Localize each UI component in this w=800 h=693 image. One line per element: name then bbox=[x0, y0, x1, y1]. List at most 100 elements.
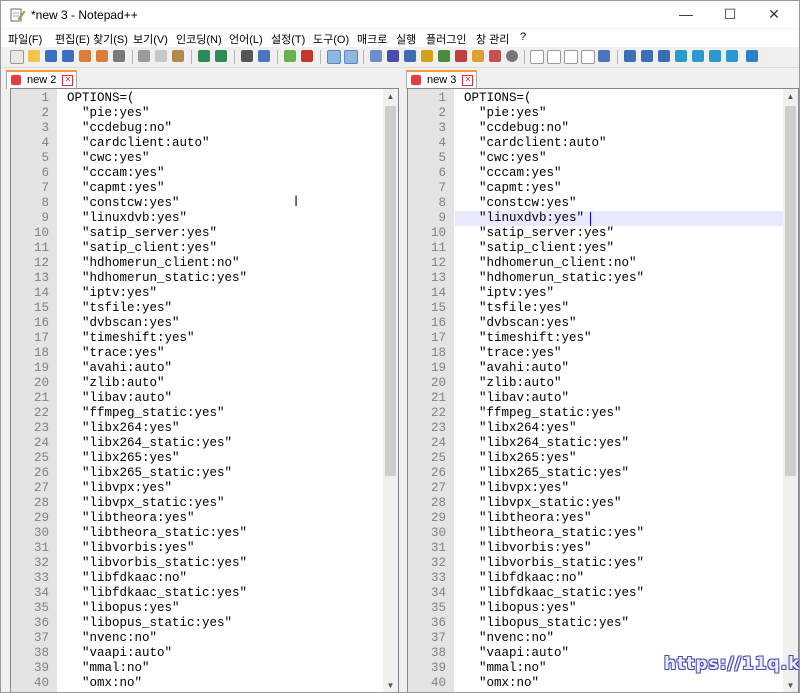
monitoring-icon[interactable] bbox=[489, 50, 501, 62]
code-line[interactable]: "satip_server:yes" bbox=[67, 226, 247, 241]
scrollbar-thumb[interactable] bbox=[385, 106, 396, 476]
code-line[interactable]: "libtheora:yes" bbox=[67, 511, 247, 526]
split-divider[interactable] bbox=[398, 68, 406, 692]
editor-pane-right[interactable]: 1 2 3 4 5 6 7 8 9 10 11 12 13 14 15 16 17 18 19 20 21 22 23 24 2… bbox=[407, 88, 799, 692]
code-line[interactable]: "libx264_static:yes" bbox=[67, 436, 247, 451]
udl-icon[interactable] bbox=[421, 50, 433, 62]
maximize-button[interactable]: ☐ bbox=[707, 1, 753, 28]
code-line[interactable]: "libav:auto" bbox=[464, 391, 644, 406]
stop-macro-icon[interactable] bbox=[547, 50, 561, 64]
scroll-up-arrow-icon[interactable]: ▲ bbox=[783, 89, 798, 104]
code-line[interactable]: "libtheora:yes" bbox=[464, 511, 644, 526]
code-line[interactable]: "timeshift:yes" bbox=[67, 331, 247, 346]
code-line[interactable]: "iptv:yes" bbox=[464, 286, 644, 301]
menu-help[interactable]: ? bbox=[520, 31, 526, 43]
code-line[interactable]: "libx265:yes" bbox=[67, 451, 247, 466]
code-line[interactable]: "libfdkaac:no" bbox=[67, 571, 247, 586]
code-line[interactable]: "ccdebug:no" bbox=[464, 121, 644, 136]
code-line[interactable]: "pie:yes" bbox=[67, 106, 247, 121]
code-line[interactable]: "satip_client:yes" bbox=[464, 241, 644, 256]
code-line[interactable]: "libopus_static:yes" bbox=[67, 616, 247, 631]
monitor-eye-icon[interactable] bbox=[506, 50, 518, 62]
code-line[interactable]: "cccam:yes" bbox=[67, 166, 247, 181]
code-line[interactable]: "tsfile:yes" bbox=[67, 301, 247, 316]
zoom-in-icon[interactable] bbox=[284, 50, 296, 62]
code-line[interactable]: "pie:yes" bbox=[464, 106, 644, 121]
code-line[interactable]: "hdhomerun_client:no" bbox=[67, 256, 247, 271]
menu-tools[interactable]: 도구(O) bbox=[313, 31, 349, 47]
code-line[interactable]: "capmt:yes" bbox=[464, 181, 644, 196]
code-line[interactable]: "libfdkaac_static:yes" bbox=[464, 586, 644, 601]
menu-run[interactable]: 실행 bbox=[396, 31, 416, 47]
code-line[interactable]: "libopus_static:yes" bbox=[464, 616, 644, 631]
editor-pane-left[interactable]: 1 2 3 4 5 6 7 8 9 10 11 12 13 14 15 16 17 18 19 20 21 22 23 24 2… bbox=[10, 88, 399, 692]
record-macro-icon[interactable] bbox=[530, 50, 544, 64]
undo-icon[interactable] bbox=[198, 50, 210, 62]
prev-diff-icon[interactable] bbox=[692, 50, 704, 62]
scroll-down-arrow-icon[interactable]: ▼ bbox=[783, 678, 798, 692]
code-text[interactable]: OPTIONS=( "pie:yes" "ccdebug:no" "cardcl… bbox=[464, 91, 644, 691]
code-line[interactable]: "avahi:auto" bbox=[464, 361, 644, 376]
menu-language[interactable]: 언어(L) bbox=[229, 31, 263, 47]
menu-search[interactable]: 찾기(S) bbox=[93, 31, 128, 47]
menu-encoding[interactable]: 인코딩(N) bbox=[176, 31, 222, 47]
code-line[interactable]: "hdhomerun_static:yes" bbox=[464, 271, 644, 286]
tab-close-icon[interactable]: ✕ bbox=[462, 75, 474, 86]
code-line[interactable]: "hdhomerun_static:yes" bbox=[67, 271, 247, 286]
code-text[interactable]: OPTIONS=( "pie:yes" "ccdebug:no" "cardcl… bbox=[67, 91, 247, 691]
code-line[interactable]: "libvorbis_static:yes" bbox=[464, 556, 644, 571]
code-line[interactable]: "zlib:auto" bbox=[67, 376, 247, 391]
scroll-down-arrow-icon[interactable]: ▼ bbox=[383, 678, 398, 692]
code-line[interactable]: "cardclient:auto" bbox=[464, 136, 644, 151]
open-file-icon[interactable] bbox=[28, 50, 40, 62]
cut-icon[interactable] bbox=[138, 50, 150, 62]
code-line[interactable]: "linuxdvb:yes" bbox=[67, 211, 247, 226]
function-list-icon[interactable] bbox=[455, 50, 467, 62]
tab-new-3[interactable]: new 3 ✕ bbox=[406, 70, 478, 89]
folder-workspace-icon[interactable] bbox=[472, 50, 484, 62]
code-line[interactable]: "libx264_static:yes" bbox=[464, 436, 644, 451]
code-line[interactable]: "iptv:yes" bbox=[67, 286, 247, 301]
scrollbar-thumb[interactable] bbox=[785, 106, 796, 476]
code-line[interactable]: "libtheora_static:yes" bbox=[464, 526, 644, 541]
code-line[interactable]: "libtheora_static:yes" bbox=[67, 526, 247, 541]
compare-options-icon[interactable] bbox=[658, 50, 670, 62]
save-icon[interactable] bbox=[45, 50, 57, 62]
code-line[interactable]: OPTIONS=( bbox=[464, 91, 644, 106]
copy-icon[interactable] bbox=[155, 50, 167, 62]
code-line[interactable]: "constcw:yes" bbox=[464, 196, 644, 211]
code-line[interactable]: "trace:yes" bbox=[464, 346, 644, 361]
save-all-icon[interactable] bbox=[62, 50, 74, 62]
code-line[interactable]: "libx265_static:yes" bbox=[67, 466, 247, 481]
code-line[interactable]: "libopus:yes" bbox=[464, 601, 644, 616]
menu-macro[interactable]: 매크로 bbox=[357, 31, 387, 47]
code-line[interactable]: "satip_server:yes" bbox=[464, 226, 644, 241]
sync-vertical-icon[interactable] bbox=[327, 50, 341, 64]
code-line[interactable]: "cwc:yes" bbox=[67, 151, 247, 166]
code-line[interactable]: "hdhomerun_client:no" bbox=[464, 256, 644, 271]
close-window-button[interactable]: ✕ bbox=[751, 1, 797, 28]
menu-view[interactable]: 보기(V) bbox=[133, 31, 168, 47]
code-line[interactable]: "libvpx:yes" bbox=[67, 481, 247, 496]
menu-settings[interactable]: 설정(T) bbox=[271, 31, 305, 47]
code-line[interactable]: "cwc:yes" bbox=[464, 151, 644, 166]
code-line[interactable]: "omx:no" bbox=[67, 676, 247, 691]
last-diff-icon[interactable] bbox=[726, 50, 738, 62]
code-line[interactable]: "libvpx:yes" bbox=[464, 481, 644, 496]
vertical-scrollbar[interactable]: ▲ ▼ bbox=[783, 89, 798, 692]
zoom-out-icon[interactable] bbox=[301, 50, 313, 62]
code-line[interactable]: "libav:auto" bbox=[67, 391, 247, 406]
show-all-chars-icon[interactable] bbox=[387, 50, 399, 62]
code-line[interactable]: "zlib:auto" bbox=[464, 376, 644, 391]
code-line[interactable]: "libvorbis_static:yes" bbox=[67, 556, 247, 571]
navigation-bar-icon[interactable] bbox=[746, 50, 758, 62]
indent-guide-icon[interactable] bbox=[404, 50, 416, 62]
menu-window[interactable]: 창 관리 bbox=[476, 31, 509, 47]
code-line[interactable]: "vaapi:auto" bbox=[67, 646, 247, 661]
code-line[interactable]: "libvorbis:yes" bbox=[67, 541, 247, 556]
code-line[interactable]: "libfdkaac_static:yes" bbox=[67, 586, 247, 601]
redo-icon[interactable] bbox=[215, 50, 227, 62]
code-line[interactable]: "libvorbis:yes" bbox=[464, 541, 644, 556]
code-line[interactable]: "libx264:yes" bbox=[464, 421, 644, 436]
code-line[interactable]: "cardclient:auto" bbox=[67, 136, 247, 151]
